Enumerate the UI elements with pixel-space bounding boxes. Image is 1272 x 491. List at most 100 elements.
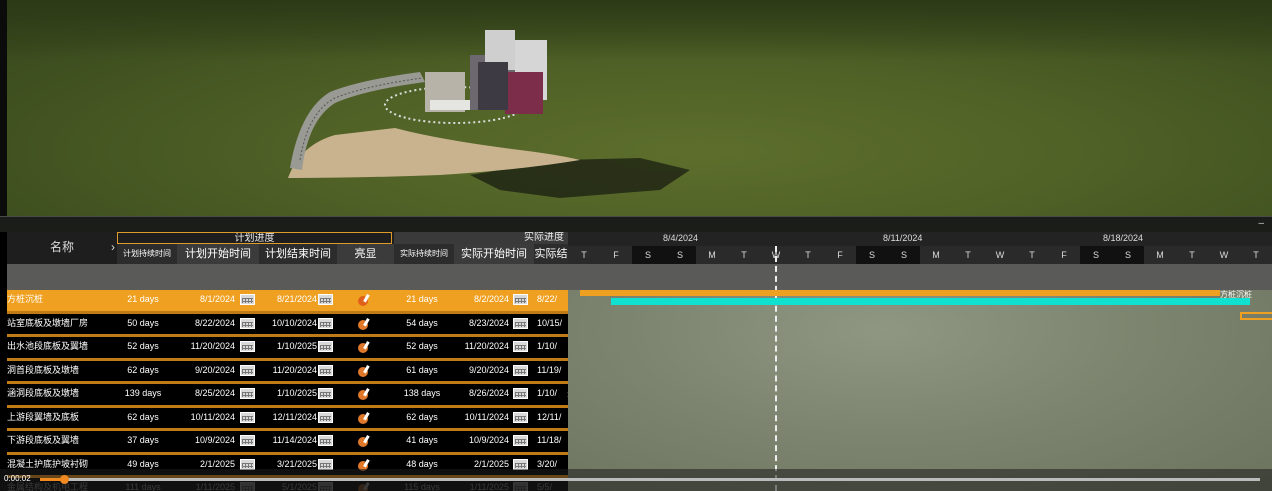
gantt-day-label: T [581, 250, 587, 260]
table-row[interactable]: 方桩沉桩 21 days 8/1/2024 8/21/2024 21 days 8/2/2… [7, 290, 568, 314]
table-row[interactable]: 站室底板及墩墙厂房 50 days 8/22/2024 10/10/2024 54 da… [7, 314, 568, 337]
actual-duration-header[interactable]: 实际持续时间 [394, 244, 454, 264]
calendar-icon[interactable] [240, 388, 255, 399]
calendar-icon[interactable] [318, 388, 333, 399]
gantt-day-label: S [1112, 246, 1144, 264]
actual-start: 10/9/2024 [468, 435, 509, 445]
gantt-day-label: S [664, 246, 696, 264]
task-name: 站室底板及墩墙厂房 [7, 317, 89, 328]
actual-bar[interactable] [611, 298, 1250, 305]
plan-start: 8/25/2024 [194, 388, 235, 398]
chevron-right-icon[interactable]: › [111, 240, 115, 254]
palette-icon[interactable] [357, 411, 371, 425]
actual-start: 8/2/2024 [473, 294, 509, 304]
calendar-icon[interactable] [318, 364, 333, 376]
calendar-icon[interactable] [318, 435, 333, 446]
table-row[interactable]: 出水池段底板及翼墙 52 days 11/20/2024 1/10/2025 52 da… [7, 337, 568, 361]
gantt-day-label: M [1156, 250, 1164, 260]
actual-duration: 138 days [403, 388, 441, 398]
actual-start-header[interactable]: 实际开始时间 [454, 244, 534, 264]
calendar-icon[interactable] [240, 294, 255, 305]
plan-start: 9/20/2024 [194, 364, 235, 375]
actual-end: 1/10/ [537, 388, 558, 398]
table-row[interactable]: 上游段翼墙及底板 62 days 10/11/2024 12/11/2024 62 da… [7, 408, 568, 431]
plan-duration: 52 days [127, 341, 159, 351]
panel-divider[interactable]: – [0, 216, 1272, 232]
3d-viewport[interactable] [0, 0, 1272, 216]
gantt-week-label: 8/4/2024 [663, 233, 699, 243]
plan-bar-outline[interactable] [1240, 312, 1272, 320]
playback-bar: 0:00:02 [0, 469, 1272, 491]
calendar-icon[interactable] [513, 341, 528, 352]
calendar-icon[interactable] [240, 364, 255, 376]
calendar-icon[interactable] [513, 435, 528, 446]
plan-end: 11/20/2024 [272, 364, 317, 375]
calendar-icon[interactable] [513, 294, 528, 305]
calendar-icon[interactable] [240, 317, 255, 329]
actual-end-header[interactable]: 实际结 [534, 244, 568, 264]
calendar-icon[interactable] [240, 435, 255, 446]
gantt-week-label: 8/18/2024 [1103, 233, 1144, 243]
plan-start: 8/1/2024 [199, 294, 235, 304]
calendar-icon[interactable] [513, 317, 528, 329]
actual-start: 8/23/2024 [468, 317, 509, 328]
gantt-day-label: W [1219, 250, 1229, 260]
gantt-day-label: S [856, 246, 888, 264]
palette-icon[interactable] [357, 317, 371, 331]
calendar-icon[interactable] [513, 458, 528, 470]
plan-bar[interactable] [580, 290, 1220, 296]
plan-end: 12/11/2024 [272, 411, 317, 422]
actual-end: 8/22/ [537, 294, 558, 304]
playback-track[interactable] [40, 478, 1260, 481]
table-row[interactable]: 下游段底板及翼墙 37 days 10/9/2024 11/14/2024 41 day… [7, 431, 568, 455]
calendar-icon[interactable] [318, 341, 333, 352]
gantt-day-label: F [837, 250, 843, 260]
gantt-week-label: 8/11/2024 [883, 233, 923, 243]
plan-group-header: 计划进度 [117, 232, 392, 244]
actual-end: 1/10/ [537, 341, 558, 351]
calendar-icon[interactable] [513, 388, 528, 399]
actual-start: 11/20/2024 [464, 341, 509, 351]
gantt-chart[interactable]: 8/4/2024 8/11/2024 8/18/2024 TFSSMTWTFSSMT… [568, 232, 1272, 491]
actual-duration: 52 days [406, 341, 438, 351]
calendar-icon[interactable] [240, 458, 255, 470]
palette-icon[interactable] [357, 340, 371, 354]
current-date-line [775, 246, 777, 491]
calendar-icon[interactable] [240, 411, 255, 423]
show-header[interactable]: 亮显 [337, 244, 394, 264]
name-column-header[interactable]: 名称 [7, 232, 117, 264]
calendar-icon[interactable] [318, 317, 333, 329]
palette-icon[interactable] [357, 387, 371, 401]
calendar-icon[interactable] [513, 364, 528, 376]
table-row[interactable]: 洞首段底板及墩墙 62 days 9/20/2024 11/20/2024 61 day… [7, 361, 568, 384]
plan-end-header[interactable]: 计划结束时间 [259, 244, 337, 264]
minimize-icon[interactable]: – [1258, 218, 1264, 229]
calendar-icon[interactable] [318, 294, 333, 305]
filter-row[interactable] [7, 264, 568, 290]
palette-icon[interactable] [357, 434, 371, 448]
actual-end: 11/18/ [537, 435, 562, 445]
actual-group-header: 实际进度 [394, 232, 568, 244]
plan-end: 1/10/2025 [276, 341, 317, 351]
plan-start-header[interactable]: 计划开始时间 [177, 244, 259, 264]
gantt-day-label: M [932, 250, 940, 260]
plan-duration: 62 days [127, 364, 159, 375]
plan-duration: 50 days [127, 317, 159, 328]
calendar-icon[interactable] [318, 411, 333, 423]
palette-icon[interactable] [357, 364, 371, 378]
actual-duration: 21 days [406, 294, 438, 304]
plan-duration-header[interactable]: 计划持续时间 [117, 244, 177, 264]
palette-icon[interactable] [357, 293, 371, 307]
table-row[interactable]: 涵洞段底板及墩墙 139 days 8/25/2024 1/10/2025 138 da… [7, 384, 568, 408]
calendar-icon[interactable] [513, 411, 528, 423]
playback-slider-handle[interactable] [60, 475, 69, 484]
plan-start: 8/22/2024 [194, 317, 235, 328]
calendar-icon[interactable] [318, 458, 333, 470]
gantt-background [568, 290, 1272, 491]
gantt-day-label: T [1029, 250, 1035, 260]
grid-header: 名称 › 计划进度 实际进度 计划持续时间 计划开始时间 计划结束时间 亮显 实… [7, 232, 568, 264]
calendar-icon[interactable] [240, 341, 255, 352]
actual-duration: 62 days [406, 411, 438, 422]
task-name: 下游段底板及翼墙 [7, 435, 80, 445]
actual-end: 10/15/ [537, 317, 563, 328]
